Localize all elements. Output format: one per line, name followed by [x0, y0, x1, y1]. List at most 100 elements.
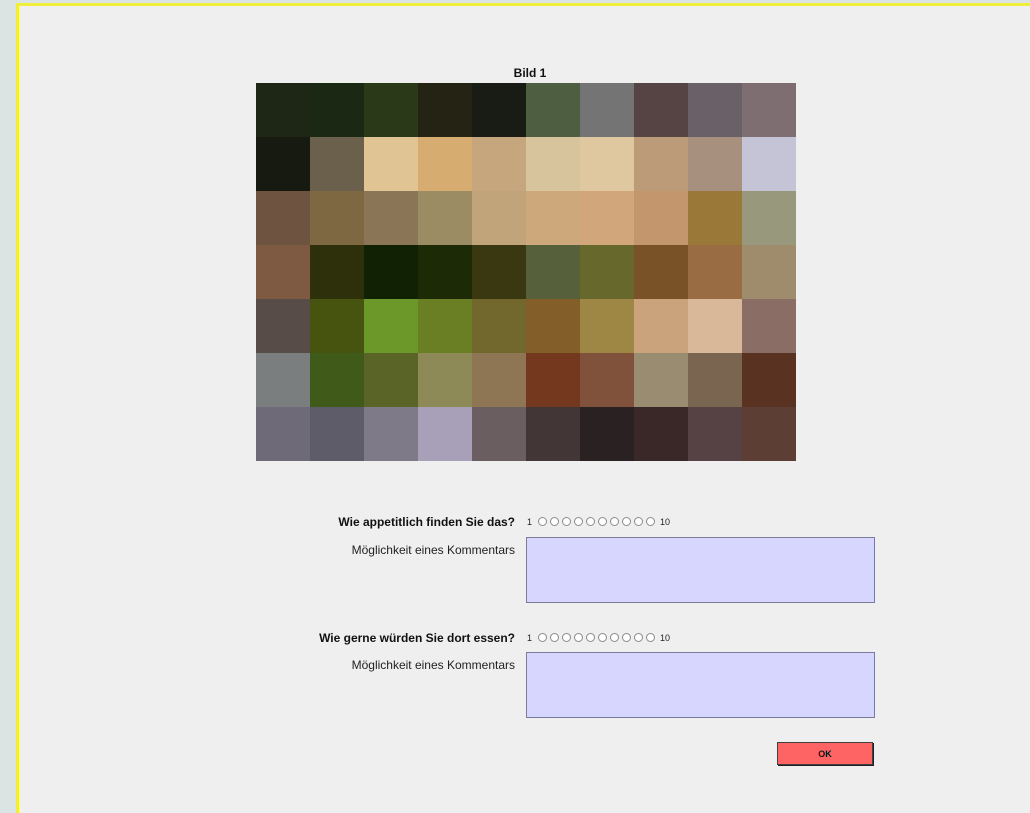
- question-1-radio-group: [538, 516, 658, 528]
- mosaic-tile: [526, 407, 580, 461]
- mosaic-tile: [310, 353, 364, 407]
- mosaic-tile: [472, 83, 526, 137]
- rating-radio-2[interactable]: [550, 632, 560, 642]
- rating-radio-4[interactable]: [574, 516, 584, 526]
- mosaic-tile: [364, 245, 418, 299]
- mosaic-tile: [418, 83, 472, 137]
- mosaic-tile: [310, 191, 364, 245]
- mosaic-tile: [364, 137, 418, 191]
- mosaic-tile: [688, 191, 742, 245]
- mosaic-tile: [634, 245, 688, 299]
- mosaic-tile: [526, 83, 580, 137]
- mosaic-tile: [634, 83, 688, 137]
- rating-radio-7[interactable]: [610, 632, 620, 642]
- mosaic-tile: [418, 245, 472, 299]
- mosaic-tile: [256, 299, 310, 353]
- mosaic-tile: [418, 299, 472, 353]
- rating-radio-9[interactable]: [634, 516, 644, 526]
- mosaic-tile: [418, 407, 472, 461]
- mosaic-tile: [364, 299, 418, 353]
- mosaic-tile: [472, 137, 526, 191]
- mosaic-tile: [310, 83, 364, 137]
- mosaic-tile: [580, 353, 634, 407]
- mosaic-tile: [310, 299, 364, 353]
- mosaic-tile: [256, 191, 310, 245]
- rating-radio-10[interactable]: [646, 632, 656, 642]
- question-2-comment-field[interactable]: [526, 652, 875, 718]
- question-1-scale-min: 1: [527, 517, 533, 527]
- mosaic-tile: [526, 299, 580, 353]
- mosaic-tile: [364, 353, 418, 407]
- mosaic-tile: [526, 245, 580, 299]
- mosaic-tile: [634, 191, 688, 245]
- rating-radio-5[interactable]: [586, 516, 596, 526]
- mosaic-tile: [580, 245, 634, 299]
- image-title: Bild 1: [513, 66, 547, 80]
- mosaic-tile: [742, 137, 796, 191]
- mosaic-tile: [310, 407, 364, 461]
- mosaic-tile: [364, 191, 418, 245]
- question-1-comment-label: Möglichkeit eines Kommentars: [351, 543, 515, 557]
- question-2-comment-label: Möglichkeit eines Kommentars: [351, 658, 515, 672]
- mosaic-tile: [256, 137, 310, 191]
- mosaic-tile: [472, 245, 526, 299]
- question-1-scale: 1 10: [527, 515, 670, 529]
- mosaic-tile: [256, 407, 310, 461]
- question-2-scale: 1 10: [527, 631, 670, 645]
- question-2-scale-max: 10: [660, 633, 671, 643]
- mosaic-tile: [634, 353, 688, 407]
- question-1-comment-field[interactable]: [526, 537, 875, 603]
- mosaic-tile: [526, 191, 580, 245]
- mosaic-tile: [688, 245, 742, 299]
- rating-radio-3[interactable]: [562, 516, 572, 526]
- mosaic-tile: [472, 353, 526, 407]
- mosaic-tile: [310, 137, 364, 191]
- mosaic-tile: [688, 299, 742, 353]
- rating-radio-9[interactable]: [634, 632, 644, 642]
- rating-radio-3[interactable]: [562, 632, 572, 642]
- mosaic-tile: [580, 83, 634, 137]
- mosaic-tile: [310, 245, 364, 299]
- mosaic-tile: [526, 353, 580, 407]
- rating-radio-1[interactable]: [538, 632, 548, 642]
- rating-radio-2[interactable]: [550, 516, 560, 526]
- pixelated-image: [256, 83, 796, 461]
- mosaic-tile: [364, 407, 418, 461]
- mosaic-tile: [580, 299, 634, 353]
- question-2-text: Wie gerne würden Sie dort essen?: [319, 631, 515, 645]
- mosaic-tile: [688, 137, 742, 191]
- mosaic-tile: [742, 191, 796, 245]
- rating-radio-1[interactable]: [538, 516, 548, 526]
- mosaic-tile: [688, 407, 742, 461]
- mosaic-tile: [256, 353, 310, 407]
- mosaic-tile: [472, 407, 526, 461]
- question-2-scale-min: 1: [527, 633, 533, 643]
- mosaic-tile: [526, 137, 580, 191]
- mosaic-tile: [742, 353, 796, 407]
- mosaic-tile: [742, 245, 796, 299]
- question-1-scale-max: 10: [660, 517, 671, 527]
- rating-radio-8[interactable]: [622, 632, 632, 642]
- rating-radio-10[interactable]: [646, 516, 656, 526]
- mosaic-tile: [418, 191, 472, 245]
- mosaic-tile: [418, 353, 472, 407]
- rating-radio-7[interactable]: [610, 516, 620, 526]
- mosaic-tile: [634, 299, 688, 353]
- mosaic-tile: [688, 353, 742, 407]
- ok-button[interactable]: OK: [777, 742, 873, 765]
- mosaic-tile: [472, 191, 526, 245]
- mosaic-tile: [688, 83, 742, 137]
- rating-radio-4[interactable]: [574, 632, 584, 642]
- rating-radio-8[interactable]: [622, 516, 632, 526]
- rating-radio-6[interactable]: [598, 516, 608, 526]
- rating-radio-6[interactable]: [598, 632, 608, 642]
- mosaic-tile: [580, 191, 634, 245]
- question-1-text: Wie appetitlich finden Sie das?: [338, 515, 515, 529]
- mosaic-tile: [742, 407, 796, 461]
- mosaic-tile: [580, 137, 634, 191]
- rating-radio-5[interactable]: [586, 632, 596, 642]
- mosaic-tile: [634, 407, 688, 461]
- question-2-radio-group: [538, 632, 658, 644]
- mosaic-tile: [418, 137, 472, 191]
- mosaic-tile: [742, 299, 796, 353]
